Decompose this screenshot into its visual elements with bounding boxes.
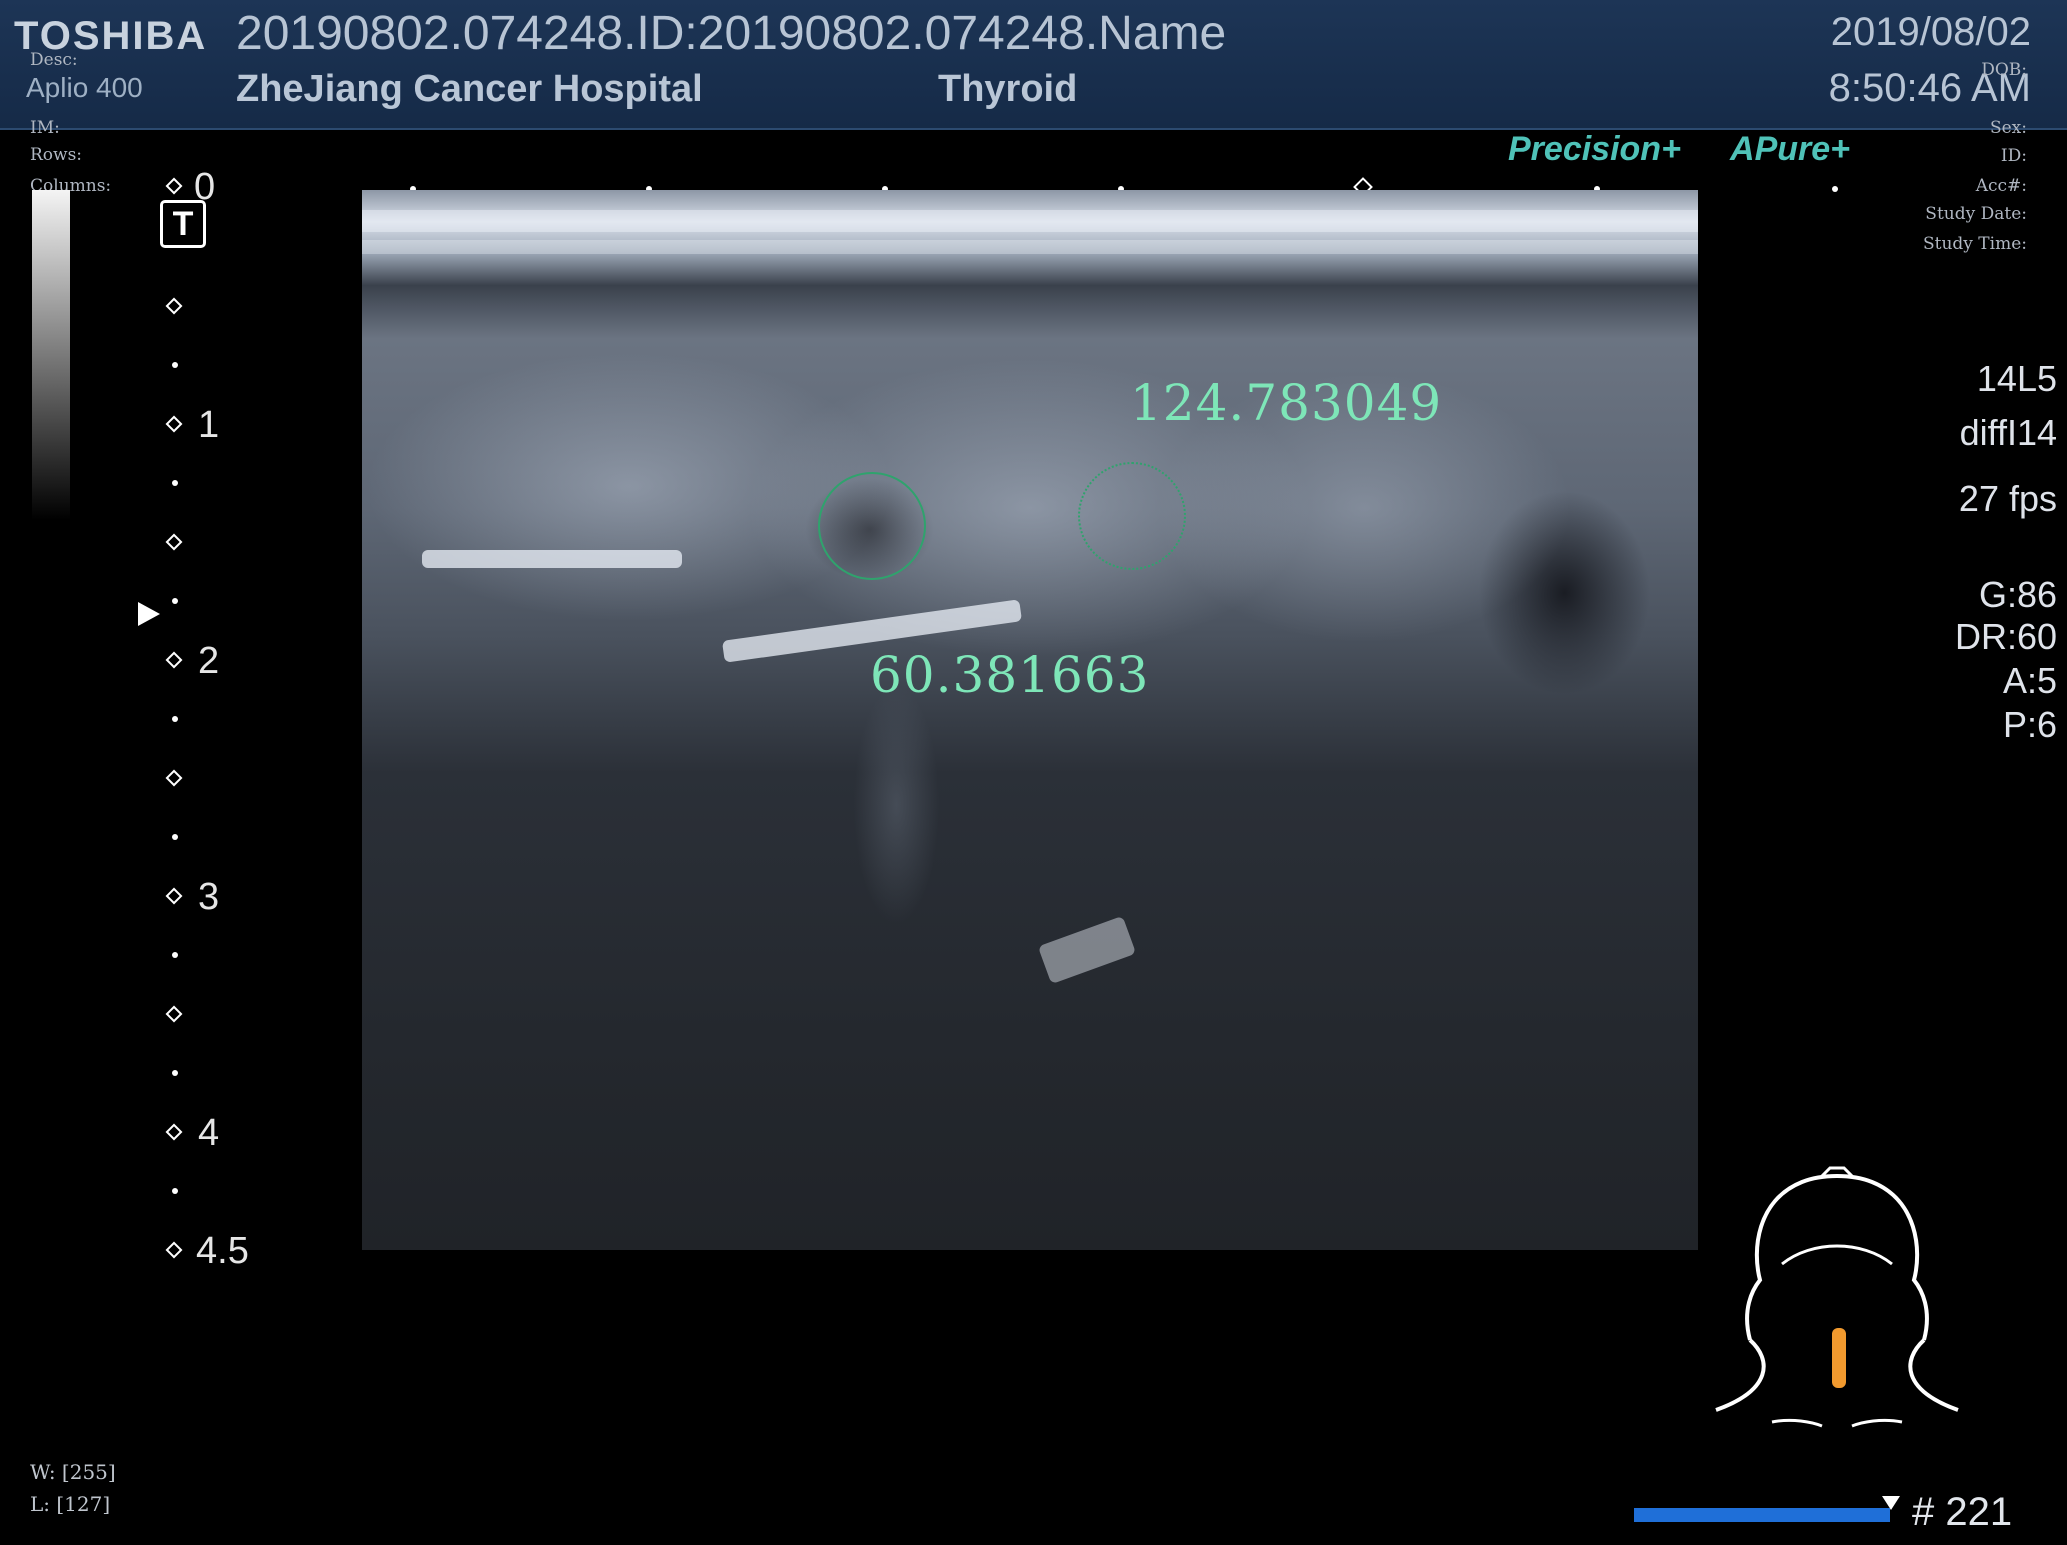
study-identifier: 20190802.074248.ID:20190802.074248.Name [236, 7, 1227, 60]
overlay-desc: Desc: [30, 50, 78, 70]
subcutaneous-echo [362, 240, 1698, 254]
frame-rate: 27 fps [1958, 478, 2057, 519]
depth-marker [165, 1241, 183, 1259]
gain-value: G:86 [1978, 574, 2057, 615]
window-level: L: [127] [30, 1492, 111, 1516]
imaging-mode: diffI14 [1959, 412, 2057, 453]
depth-tick [172, 834, 178, 840]
depth-tick [172, 480, 178, 486]
grayscale-bar [32, 190, 70, 520]
depth-tick [172, 716, 178, 722]
overlay-im: IM: [30, 118, 60, 138]
cine-progress-bar[interactable] [1634, 1508, 1890, 1522]
probe-position-mark [1832, 1328, 1846, 1388]
depth-marker [165, 769, 183, 787]
focus-arrow-icon[interactable] [138, 602, 160, 626]
body-mark-head-neck-icon [1715, 1166, 1959, 1428]
pure-logo-text: Pure+ [1754, 130, 1851, 168]
depth-marker [165, 177, 183, 195]
overlay-acc: Acc#: [1975, 176, 2027, 196]
depth-marker [165, 887, 183, 905]
institution-name: ZheJiang Cancer Hospital [236, 68, 703, 110]
depth-marker [165, 1123, 183, 1141]
depth-tick [172, 952, 178, 958]
depth-tick [172, 598, 178, 604]
depth-marker [165, 533, 183, 551]
overlay-study-date: Study Date: [1925, 204, 2027, 224]
study-date: 2019/08/02 [1830, 10, 2031, 54]
transmit-marker: T [160, 200, 206, 248]
exam-preset: Thyroid [938, 68, 1078, 110]
precision-logo: Precision+ [1508, 130, 1681, 168]
header-bar: TOSHIBA Aplio 400 20190802.074248.ID:201… [0, 0, 2067, 130]
window-width: W: [255] [30, 1460, 116, 1484]
depth-marker [165, 1005, 183, 1023]
depth-marker [165, 651, 183, 669]
roi-circle-nodule[interactable] [818, 472, 926, 580]
skin-echo [362, 210, 1698, 232]
pure-logo: APure+ [1730, 130, 1851, 168]
roi-circle-reference[interactable] [1078, 462, 1186, 570]
cine-handle-icon[interactable] [1882, 1496, 1900, 1510]
overlay-dob: DOB: [1981, 60, 2027, 80]
probe-name: 14L5 [1976, 358, 2057, 399]
roi-value-nodule: 60.381663 [870, 646, 1150, 704]
a-value: A:5 [2002, 660, 2057, 701]
depth-label-3: 3 [198, 876, 220, 918]
depth-tick [172, 1188, 178, 1194]
depth-tick [172, 362, 178, 368]
overlay-sex: Sex: [1989, 118, 2027, 138]
overlay-id: ID: [2000, 146, 2027, 166]
p-value: P:6 [2002, 704, 2057, 745]
roi-value-reference: 124.783049 [1130, 374, 1443, 432]
echo-band [1037, 915, 1137, 985]
overlay-study-time: Study Time: [1922, 234, 2027, 254]
dynamic-range-value: DR:60 [1954, 616, 2057, 657]
depth-marker [165, 297, 183, 315]
depth-label-4: 4 [198, 1112, 220, 1154]
echo-band [422, 550, 682, 568]
lateral-tick [1832, 186, 1838, 192]
system-model: Aplio 400 [26, 72, 143, 103]
depth-label-2: 2 [198, 640, 220, 682]
overlay-rows: Rows: [30, 145, 83, 165]
depth-tick [172, 1070, 178, 1076]
ultrasound-image[interactable] [362, 190, 1698, 1250]
depth-label-1: 1 [198, 404, 220, 446]
frame-counter: # 221 [1912, 1490, 2013, 1534]
depth-label-4-5: 4.5 [196, 1230, 249, 1272]
depth-marker [165, 415, 183, 433]
